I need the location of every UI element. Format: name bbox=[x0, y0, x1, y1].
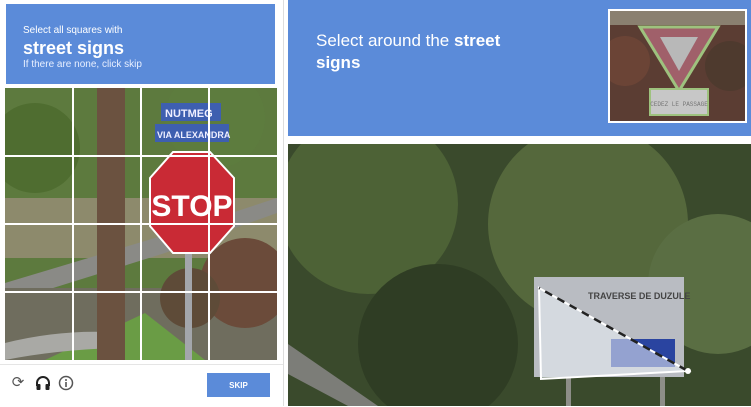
instruction-text: Select around the street signs bbox=[316, 30, 536, 74]
instruction-hint: If there are none, click skip bbox=[23, 59, 142, 70]
example-sign-text: CEDEZ LE PASSAGE bbox=[650, 101, 708, 108]
instruction-header: Select all squares with street signs If … bbox=[6, 4, 275, 84]
skip-button[interactable]: SKIP bbox=[207, 373, 270, 397]
street-sign-text: NUTMEG bbox=[165, 108, 213, 120]
stop-sign-text: STOP bbox=[151, 190, 232, 223]
challenge-footer: ⟳ SKIP bbox=[0, 364, 283, 407]
challenge-photo[interactable]: TRAVERSE DE DUZULE bbox=[288, 144, 751, 406]
reload-icon[interactable]: ⟳ bbox=[10, 375, 26, 391]
street-sign-text: VIA ALEXANDRA bbox=[157, 130, 231, 140]
sign-text: TRAVERSE DE DUZULE bbox=[588, 291, 690, 301]
instruction-text: Select all squares with bbox=[23, 25, 123, 36]
instruction-prefix: Select around the bbox=[316, 31, 454, 50]
image-grid[interactable]: NUTMEG VIA ALEXANDRA STOP bbox=[5, 88, 277, 360]
instruction-header: Select around the street signs CEDEZ LE … bbox=[288, 0, 751, 136]
example-image: CEDEZ LE PASSAGE bbox=[608, 9, 747, 123]
captcha-grid-challenge: Select all squares with street signs If … bbox=[0, 0, 284, 406]
stop-sign: STOP bbox=[149, 151, 235, 254]
info-icon[interactable] bbox=[58, 375, 74, 391]
headphones-icon[interactable] bbox=[35, 375, 51, 391]
instruction-target: street signs bbox=[23, 38, 125, 58]
